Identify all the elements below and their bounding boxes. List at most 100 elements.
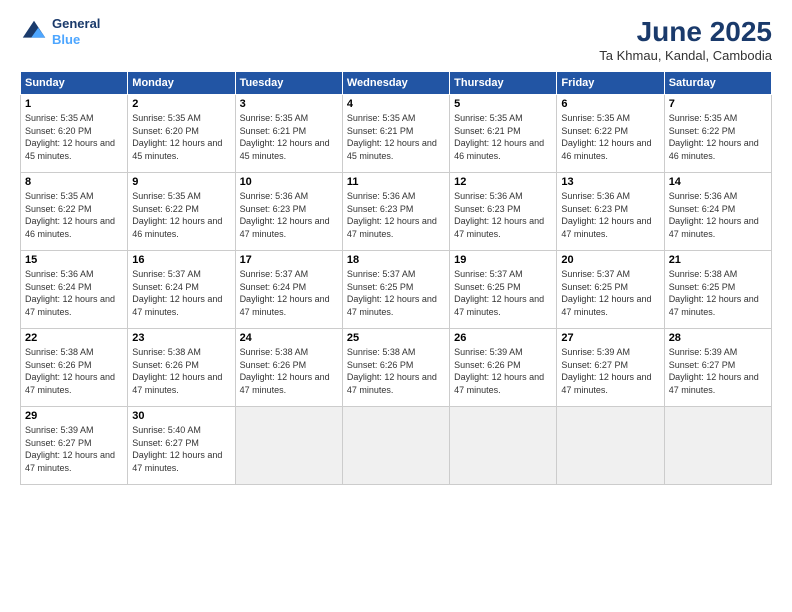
daylight-label: Daylight: 12 hours and 47 minutes.: [240, 294, 330, 317]
calendar-cell: 20Sunrise: 5:37 AMSunset: 6:25 PMDayligh…: [557, 251, 664, 329]
calendar-cell: 17Sunrise: 5:37 AMSunset: 6:24 PMDayligh…: [235, 251, 342, 329]
sunrise-label: Sunrise: 5:36 AM: [454, 191, 523, 201]
calendar-cell: 29Sunrise: 5:39 AMSunset: 6:27 PMDayligh…: [21, 407, 128, 485]
day-info: Sunrise: 5:35 AMSunset: 6:22 PMDaylight:…: [25, 190, 123, 240]
calendar-cell: 2 Sunrise: 5:35 AMSunset: 6:20 PMDaylight…: [128, 95, 235, 173]
day-number: 6: [561, 98, 659, 110]
header: General Blue June 2025 Ta Khmau, Kandal,…: [20, 16, 772, 63]
page: General Blue June 2025 Ta Khmau, Kandal,…: [0, 0, 792, 612]
day-info: Sunrise: 5:40 AMSunset: 6:27 PMDaylight:…: [132, 424, 230, 474]
sunrise-label: Sunrise: 5:36 AM: [347, 191, 416, 201]
day-number: 5: [454, 98, 552, 110]
sunset-label: Sunset: 6:27 PM: [669, 360, 736, 370]
day-number: 20: [561, 254, 659, 266]
location-title: Ta Khmau, Kandal, Cambodia: [599, 48, 772, 63]
day-number: 7: [669, 98, 767, 110]
daylight-label: Daylight: 12 hours and 47 minutes.: [25, 450, 115, 473]
daylight-label: Daylight: 12 hours and 47 minutes.: [347, 372, 437, 395]
day-number: 4: [347, 98, 445, 110]
sunrise-label: Sunrise: 5:35 AM: [132, 191, 201, 201]
calendar-cell: 1Sunrise: 5:35 AMSunset: 6:20 PMDaylight…: [21, 95, 128, 173]
sunset-label: Sunset: 6:24 PM: [240, 282, 307, 292]
day-info: Sunrise: 5:37 AMSunset: 6:24 PMDaylight:…: [240, 268, 338, 318]
day-number: 25: [347, 332, 445, 344]
day-info: Sunrise: 5:38 AMSunset: 6:26 PMDaylight:…: [347, 346, 445, 396]
sunrise-label: Sunrise: 5:37 AM: [561, 269, 630, 279]
day-number: 29: [25, 410, 123, 422]
calendar-header-thursday: Thursday: [450, 72, 557, 95]
day-number: 27: [561, 332, 659, 344]
sunset-label: Sunset: 6:21 PM: [347, 126, 414, 136]
calendar-cell: 12Sunrise: 5:36 AMSunset: 6:23 PMDayligh…: [450, 173, 557, 251]
daylight-label: Daylight: 12 hours and 47 minutes.: [561, 216, 651, 239]
calendar-cell: 6Sunrise: 5:35 AMSunset: 6:22 PMDaylight…: [557, 95, 664, 173]
day-info: Sunrise: 5:36 AMSunset: 6:23 PMDaylight:…: [454, 190, 552, 240]
sunrise-label: Sunrise: 5:39 AM: [454, 347, 523, 357]
daylight-label: Daylight: 12 hours and 45 minutes.: [25, 138, 115, 161]
sunrise-label: Sunrise: 5:35 AM: [347, 113, 416, 123]
logo-icon: [20, 18, 48, 46]
calendar-header-row: SundayMondayTuesdayWednesdayThursdayFrid…: [21, 72, 772, 95]
calendar-table: SundayMondayTuesdayWednesdayThursdayFrid…: [20, 71, 772, 485]
day-info: Sunrise: 5:35 AMSunset: 6:21 PMDaylight:…: [240, 112, 338, 162]
calendar-cell: 16Sunrise: 5:37 AMSunset: 6:24 PMDayligh…: [128, 251, 235, 329]
calendar-cell: 23Sunrise: 5:38 AMSunset: 6:26 PMDayligh…: [128, 329, 235, 407]
calendar-header-wednesday: Wednesday: [342, 72, 449, 95]
sunrise-label: Sunrise: 5:37 AM: [347, 269, 416, 279]
calendar-header-tuesday: Tuesday: [235, 72, 342, 95]
day-info: Sunrise: 5:36 AMSunset: 6:23 PMDaylight:…: [347, 190, 445, 240]
day-info: Sunrise: 5:35 AMSunset: 6:20 PMDaylight:…: [132, 112, 230, 162]
title-block: June 2025 Ta Khmau, Kandal, Cambodia: [599, 16, 772, 63]
day-number: 10: [240, 176, 338, 188]
calendar-week-row: 22 Sunrise: 5:38 AMSunset: 6:26 PMDayligh…: [21, 329, 772, 407]
day-info: Sunrise: 5:36 AMSunset: 6:23 PMDaylight:…: [561, 190, 659, 240]
sunrise-label: Sunrise: 5:35 AM: [561, 113, 630, 123]
daylight-label: Daylight: 12 hours and 47 minutes.: [347, 216, 437, 239]
day-number: 13: [561, 176, 659, 188]
daylight-label: Daylight: 12 hours and 47 minutes.: [132, 294, 222, 317]
day-info: Sunrise: 5:39 AMSunset: 6:27 PMDaylight:…: [561, 346, 659, 396]
sunset-label: Sunset: 6:25 PM: [347, 282, 414, 292]
sunset-label: Sunset: 6:26 PM: [25, 360, 92, 370]
calendar-cell: [557, 407, 664, 485]
sunset-label: Sunset: 6:25 PM: [561, 282, 628, 292]
calendar-week-row: 15Sunrise: 5:36 AMSunset: 6:24 PMDayligh…: [21, 251, 772, 329]
calendar-cell: 14Sunrise: 5:36 AMSunset: 6:24 PMDayligh…: [664, 173, 771, 251]
calendar-cell: 22 Sunrise: 5:38 AMSunset: 6:26 PMDayligh…: [21, 329, 128, 407]
sunset-label: Sunset: 6:23 PM: [561, 204, 628, 214]
logo: General Blue: [20, 16, 100, 47]
sunset-label: Sunset: 6:26 PM: [132, 360, 199, 370]
sunset-label: Sunset: 6:24 PM: [25, 282, 92, 292]
day-info: Sunrise: 5:38 AMSunset: 6:26 PMDaylight:…: [132, 346, 230, 396]
day-number: 28: [669, 332, 767, 344]
daylight-label: Daylight: 12 hours and 47 minutes.: [454, 216, 544, 239]
day-number: 2: [132, 98, 230, 110]
calendar-cell: 5Sunrise: 5:35 AMSunset: 6:21 PMDaylight…: [450, 95, 557, 173]
sunset-label: Sunset: 6:25 PM: [669, 282, 736, 292]
day-number: 30: [132, 410, 230, 422]
daylight-label: Daylight: 12 hours and 47 minutes.: [561, 372, 651, 395]
day-info: Sunrise: 5:38 AMSunset: 6:26 PMDaylight:…: [25, 346, 123, 396]
day-info: Sunrise: 5:38 AMSunset: 6:25 PMDaylight:…: [669, 268, 767, 318]
calendar-cell: 28Sunrise: 5:39 AMSunset: 6:27 PMDayligh…: [664, 329, 771, 407]
sunrise-label: Sunrise: 5:35 AM: [454, 113, 523, 123]
month-title: June 2025: [599, 16, 772, 48]
day-number: 9: [132, 176, 230, 188]
daylight-label: Daylight: 12 hours and 47 minutes.: [132, 372, 222, 395]
sunset-label: Sunset: 6:20 PM: [132, 126, 199, 136]
day-number: 22: [25, 332, 123, 344]
calendar-header-saturday: Saturday: [664, 72, 771, 95]
calendar-cell: 7Sunrise: 5:35 AMSunset: 6:22 PMDaylight…: [664, 95, 771, 173]
day-number: 18: [347, 254, 445, 266]
calendar-cell: 21Sunrise: 5:38 AMSunset: 6:25 PMDayligh…: [664, 251, 771, 329]
sunset-label: Sunset: 6:22 PM: [132, 204, 199, 214]
day-info: Sunrise: 5:39 AMSunset: 6:26 PMDaylight:…: [454, 346, 552, 396]
daylight-label: Daylight: 12 hours and 46 minutes.: [454, 138, 544, 161]
sunrise-label: Sunrise: 5:36 AM: [240, 191, 309, 201]
daylight-label: Daylight: 12 hours and 47 minutes.: [669, 216, 759, 239]
day-info: Sunrise: 5:38 AMSunset: 6:26 PMDaylight:…: [240, 346, 338, 396]
sunrise-label: Sunrise: 5:39 AM: [25, 425, 94, 435]
logo-text: General Blue: [52, 16, 100, 47]
day-number: 11: [347, 176, 445, 188]
sunrise-label: Sunrise: 5:39 AM: [669, 347, 738, 357]
